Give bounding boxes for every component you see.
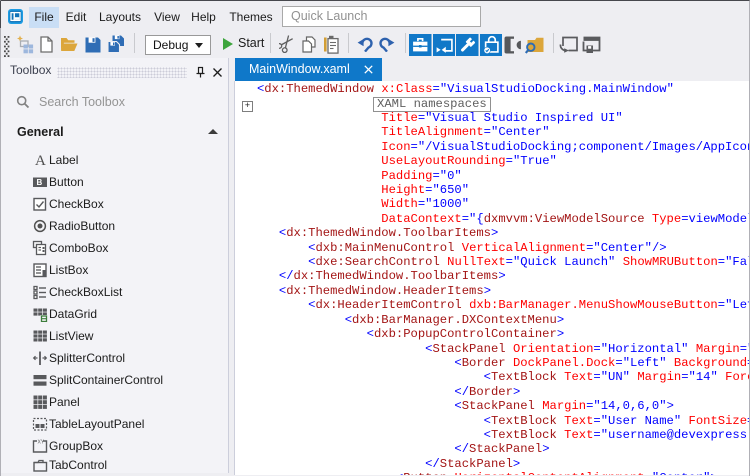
svg-text:B: B (37, 178, 43, 187)
svg-text:XY: XY (38, 440, 45, 446)
svg-text:A: A (35, 153, 46, 168)
